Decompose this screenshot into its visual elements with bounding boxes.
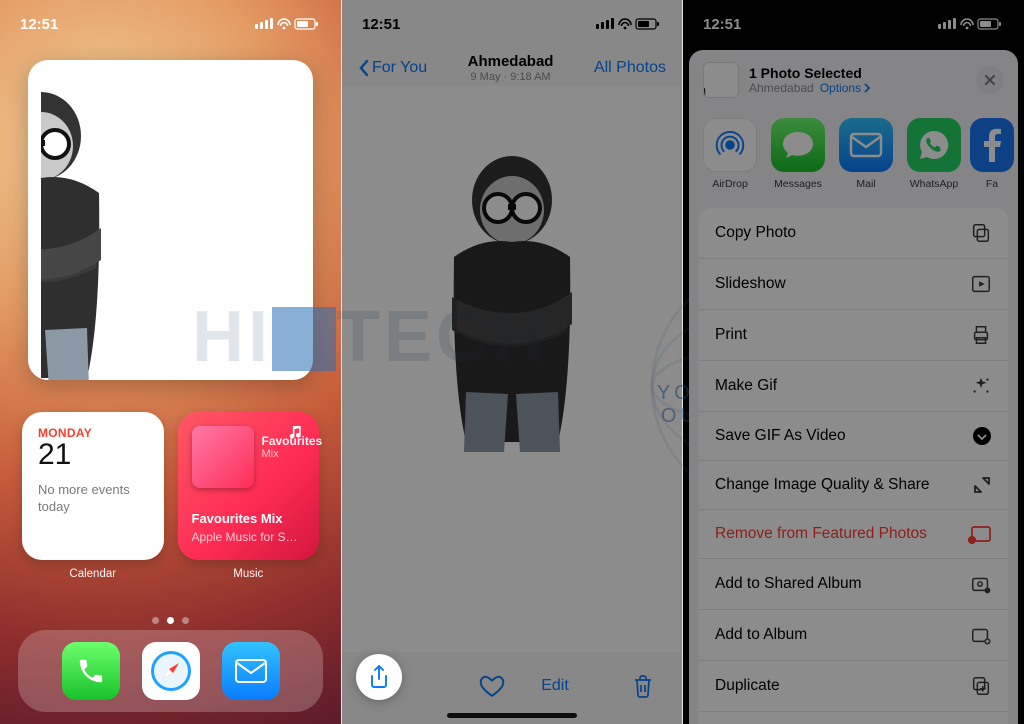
- action-change-quality[interactable]: Change Image Quality & Share: [699, 460, 1008, 509]
- action-copy-photo[interactable]: Copy Photo: [699, 208, 1008, 258]
- share-app-messages-label: Messages: [774, 178, 822, 190]
- messages-icon: [781, 130, 815, 160]
- dock-app-safari[interactable]: [142, 642, 200, 700]
- action-hide[interactable]: Hide: [699, 711, 1008, 724]
- share-app-whatsapp-label: WhatsApp: [910, 178, 958, 190]
- whatsapp-icon: [917, 128, 951, 162]
- photo-nav: For You Ahmedabad 9 May · 9:18 AM All Ph…: [342, 44, 682, 92]
- featured-photo-image: [41, 68, 301, 380]
- music-widget[interactable]: Favourites Mix Favourites Mix Apple Musi…: [178, 412, 320, 560]
- status-time: 12:51: [20, 16, 58, 33]
- calendar-day: 21: [38, 438, 148, 472]
- share-app-airdrop[interactable]: AirDrop: [703, 118, 757, 190]
- calendar-events: No more events today: [38, 482, 148, 516]
- facebook-icon: [981, 128, 1003, 162]
- action-add-shared-album[interactable]: Add to Shared Album: [699, 558, 1008, 609]
- dock-app-phone[interactable]: [62, 642, 120, 700]
- chevron-left-icon: [358, 59, 370, 77]
- share-apps-row[interactable]: AirDrop Messages Mail WhatsApp Fa: [689, 112, 1018, 198]
- share-icon: [369, 665, 389, 689]
- share-app-facebook[interactable]: Fa: [975, 118, 1009, 190]
- phone-icon: [76, 656, 106, 686]
- status-indicators: [938, 17, 1004, 31]
- music-tile-sub: Mix: [262, 448, 279, 460]
- music-note-icon: [289, 426, 303, 442]
- status-time: 12:51: [362, 16, 400, 33]
- close-icon: [984, 74, 996, 86]
- share-app-mail-label: Mail: [856, 178, 875, 190]
- favorite-button[interactable]: [479, 674, 505, 698]
- share-title: 1 Photo Selected: [749, 65, 871, 81]
- action-make-gif[interactable]: Make Gif: [699, 360, 1008, 411]
- share-app-whatsapp[interactable]: WhatsApp: [907, 118, 961, 190]
- safari-icon: [148, 648, 194, 694]
- panel-photo-detail: 12:51 For You Ahmedabad 9 May · 9:18 AM …: [341, 0, 683, 724]
- music-subtitle: Apple Music for S…: [192, 530, 306, 544]
- share-actions: Copy Photo Slideshow Print Make Gif Save…: [699, 208, 1008, 724]
- action-print[interactable]: Print: [699, 309, 1008, 360]
- edit-button[interactable]: Edit: [541, 677, 569, 695]
- share-app-facebook-label: Fa: [986, 178, 998, 190]
- duplicate-icon: [970, 675, 992, 697]
- back-button[interactable]: For You: [358, 59, 427, 77]
- music-title: Favourites Mix: [192, 511, 306, 526]
- panel-share-sheet: 12:51 1 Photo Selected Ahmedabad Options: [683, 0, 1024, 724]
- status-bar: 12:51: [342, 12, 682, 36]
- status-time: 12:51: [703, 16, 741, 33]
- play-square-icon: [970, 273, 992, 295]
- mail-icon: [849, 132, 883, 158]
- featured-photo-widget[interactable]: [28, 60, 313, 380]
- circle-down-icon: [972, 426, 992, 446]
- printer-icon: [970, 324, 992, 346]
- airdrop-icon: [711, 126, 749, 164]
- compress-icon: [972, 475, 992, 495]
- back-label: For You: [372, 59, 427, 77]
- share-location: Ahmedabad: [749, 81, 814, 95]
- status-indicators: [596, 17, 662, 31]
- sparkle-icon: [970, 375, 992, 397]
- action-remove-featured[interactable]: Remove from Featured Photos: [699, 509, 1008, 558]
- share-thumbnail: [703, 62, 739, 98]
- close-button[interactable]: [976, 66, 1004, 94]
- page-indicator[interactable]: [0, 617, 341, 624]
- remove-rect-icon: [968, 524, 992, 544]
- dock: [18, 630, 323, 712]
- photo-canvas[interactable]: [342, 86, 682, 652]
- music-label: Music: [178, 568, 320, 580]
- photo-image: [382, 132, 642, 622]
- share-app-messages[interactable]: Messages: [771, 118, 825, 190]
- status-bar: 12:51: [683, 12, 1024, 36]
- calendar-label: Calendar: [22, 568, 164, 580]
- action-duplicate[interactable]: Duplicate: [699, 660, 1008, 711]
- all-photos-button[interactable]: All Photos: [594, 59, 666, 77]
- chevron-right-icon: [863, 83, 871, 93]
- action-save-gif-video[interactable]: Save GIF As Video: [699, 411, 1008, 460]
- trash-button[interactable]: [632, 674, 654, 698]
- music-artwork: [192, 426, 254, 488]
- dock-app-mail[interactable]: [222, 642, 280, 700]
- photo-datetime: 9 May · 9:18 AM: [468, 71, 554, 83]
- copy-icon: [970, 222, 992, 244]
- calendar-widget[interactable]: MONDAY 21 No more events today: [22, 412, 164, 560]
- album-plus-icon: [970, 624, 992, 646]
- share-button[interactable]: [356, 654, 402, 700]
- photo-location: Ahmedabad: [468, 53, 554, 70]
- shared-album-icon: [970, 573, 992, 595]
- share-app-mail[interactable]: Mail: [839, 118, 893, 190]
- home-indicator[interactable]: [447, 713, 577, 718]
- status-indicators: [255, 17, 321, 31]
- action-add-album[interactable]: Add to Album: [699, 609, 1008, 660]
- panel-homescreen: 12:51 MONDAY 21 No more events today Fav…: [0, 0, 341, 724]
- mail-icon: [235, 659, 267, 683]
- share-app-airdrop-label: AirDrop: [712, 178, 748, 190]
- share-header: 1 Photo Selected Ahmedabad Options: [689, 50, 1018, 112]
- action-slideshow[interactable]: Slideshow: [699, 258, 1008, 309]
- share-options-button[interactable]: Options: [820, 81, 871, 95]
- status-bar: 12:51: [0, 12, 341, 36]
- share-sheet: 1 Photo Selected Ahmedabad Options AirDr…: [689, 50, 1018, 724]
